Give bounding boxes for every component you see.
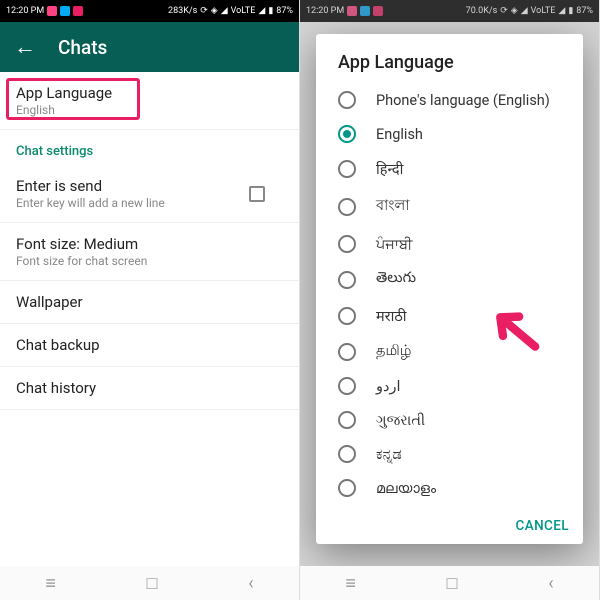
language-option[interactable]: తెలుగు <box>316 261 583 298</box>
radio-icon <box>338 445 356 463</box>
language-option-label: हिन्दी <box>376 159 403 179</box>
setting-label: Enter is send <box>16 177 165 195</box>
nav-back-icon[interactable]: ‹ <box>248 573 253 594</box>
language-option-label: मराठी <box>376 306 407 326</box>
language-option[interactable]: ਪੰਜਾਬੀ <box>316 227 583 261</box>
language-option[interactable]: বাংলা <box>316 187 583 227</box>
setting-label: Chat backup <box>16 336 283 354</box>
section-header-chat-settings: Chat settings <box>0 130 299 165</box>
setting-sublabel: Font size for chat screen <box>16 254 283 268</box>
language-option[interactable]: English <box>316 117 583 151</box>
language-option-label: ગુજરાતી <box>376 412 425 429</box>
dialog-title: App Language <box>316 52 583 83</box>
setting-label: Font size: Medium <box>16 235 283 253</box>
setting-label: Wallpaper <box>16 293 283 311</box>
language-dialog: App Language Phone's language (English) E… <box>316 34 583 544</box>
radio-icon <box>338 479 356 497</box>
checkbox-unchecked[interactable] <box>249 186 265 202</box>
phone-right-dialog: 12:20 PM 70.0K/s ⟳ ◈ ◢ VoLTE ◢ ▮ 87% App… <box>300 0 600 600</box>
nav-home-icon[interactable]: □ <box>147 573 158 594</box>
language-option-label: Phone's language (English) <box>376 92 550 109</box>
status-time: 12:20 PM <box>6 6 44 16</box>
language-option-label: English <box>376 126 423 143</box>
radio-icon <box>338 198 356 216</box>
setting-chat-history[interactable]: Chat history <box>0 367 299 410</box>
phone-left-settings: 12:20 PM 283K/s ⟳ ◈ ◢ VoLTE ◢ ▮ 87% ← Ch… <box>0 0 300 600</box>
language-option[interactable]: اردو <box>316 369 583 403</box>
language-option[interactable]: മലയാളം <box>316 471 583 505</box>
radio-icon <box>338 307 356 325</box>
setting-font-size[interactable]: Font size: Medium Font size for chat scr… <box>0 223 299 281</box>
language-option[interactable]: ગુજરાતી <box>316 403 583 437</box>
nav-menu-icon[interactable]: ≡ <box>345 573 356 594</box>
language-option[interactable]: मराठी <box>316 298 583 334</box>
nav-menu-icon[interactable]: ≡ <box>45 573 56 594</box>
language-option-label: தமிழ் <box>376 342 411 361</box>
battery-icon: ▮ <box>268 6 273 16</box>
nav-home-icon[interactable]: □ <box>447 573 458 594</box>
radio-icon <box>338 235 356 253</box>
battery-pct: 87% <box>276 6 293 16</box>
status-speed: 283K/s <box>168 6 197 16</box>
radio-icon <box>338 271 356 289</box>
language-option-label: اردو <box>376 378 401 395</box>
language-option-label: తెలుగు <box>376 269 416 290</box>
setting-sublabel: English <box>16 103 283 117</box>
radio-icon <box>338 377 356 395</box>
wifi-icon: ◈ <box>211 6 218 16</box>
android-navbar: ≡ □ ‹ <box>0 566 299 600</box>
setting-wallpaper[interactable]: Wallpaper <box>0 281 299 324</box>
android-navbar: ≡ □ ‹ <box>300 566 599 600</box>
volte-label: VoLTE <box>231 6 256 16</box>
setting-chat-backup[interactable]: Chat backup <box>0 324 299 367</box>
radio-icon <box>338 160 356 178</box>
back-arrow-icon[interactable]: ← <box>14 34 36 60</box>
appbar-title: Chats <box>58 36 107 59</box>
language-option-label: മലയാളം <box>376 480 436 497</box>
language-option[interactable]: ಕನ್ನಡ <box>316 437 583 471</box>
language-option[interactable]: Phone's language (English) <box>316 83 583 117</box>
language-option-label: বাংলা <box>376 195 410 219</box>
setting-enter-is-send[interactable]: Enter is send Enter key will add a new l… <box>0 165 299 223</box>
setting-label: Chat history <box>16 379 283 397</box>
settings-list: App Language English Chat settings Enter… <box>0 72 299 410</box>
sync-icon: ⟳ <box>200 6 208 16</box>
notif-icon <box>73 6 83 16</box>
language-option[interactable]: हिन्दी <box>316 151 583 187</box>
language-option[interactable]: தமிழ் <box>316 334 583 369</box>
setting-sublabel: Enter key will add a new line <box>16 196 165 210</box>
notif-icon <box>47 6 57 16</box>
radio-icon <box>338 125 356 143</box>
radio-icon <box>338 411 356 429</box>
notif-icon <box>60 6 70 16</box>
nav-back-icon[interactable]: ‹ <box>548 573 553 594</box>
signal-icon: ◢ <box>221 6 228 16</box>
radio-icon <box>338 91 356 109</box>
signal-icon: ◢ <box>258 6 265 16</box>
app-bar: ← Chats <box>0 22 299 72</box>
language-option-label: ਪੰਜਾਬੀ <box>376 236 412 253</box>
cancel-button[interactable]: CANCEL <box>516 518 569 534</box>
status-bar: 12:20 PM 283K/s ⟳ ◈ ◢ VoLTE ◢ ▮ 87% <box>0 0 299 22</box>
setting-app-language[interactable]: App Language English <box>0 72 299 130</box>
language-option-label: ಕನ್ನಡ <box>376 446 402 463</box>
setting-label: App Language <box>16 84 283 102</box>
radio-icon <box>338 343 356 361</box>
